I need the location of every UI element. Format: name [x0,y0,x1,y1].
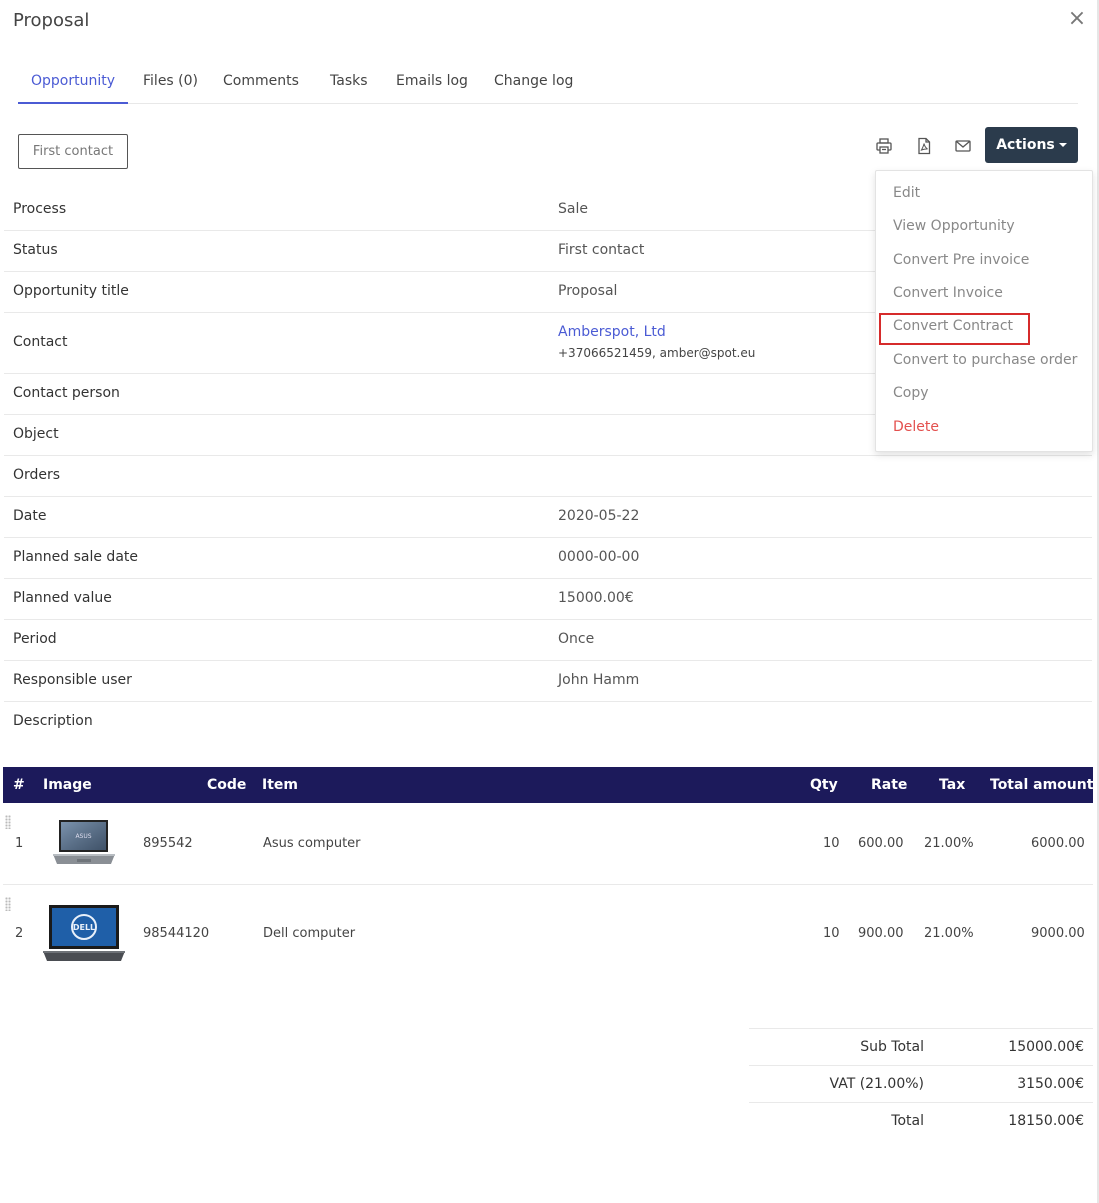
totals-label: VAT (21.00%) [829,1076,924,1092]
detail-row-description: Description [4,702,1092,743]
detail-value: Once [558,631,595,647]
svg-text:DELL: DELL [73,923,95,932]
detail-label: Contact [13,334,68,350]
column-header-code: Code [207,777,247,793]
drag-handle-icon[interactable] [5,897,11,911]
detail-value: 0000-00-00 [558,549,640,565]
detail-label: Date [13,508,47,524]
detail-label: Object [13,426,59,442]
column-header-image: Image [43,777,92,793]
menu-item-delete[interactable]: Delete [893,419,939,435]
column-header-rate: Rate [871,777,908,793]
tab-comments[interactable]: Comments [223,62,299,104]
actions-button-label: Actions [996,137,1055,153]
pdf-icon[interactable] [915,137,933,155]
detail-row-responsible-user: Responsible user John Hamm [4,661,1092,702]
detail-label: Contact person [13,385,120,401]
detail-label: Process [13,201,67,217]
detail-row-planned-value: Planned value 15000.00€ [4,579,1092,620]
contact-link[interactable]: Amberspot, Ltd [558,324,666,340]
detail-row-orders: Orders [4,456,1092,497]
totals-label: Sub Total [860,1039,924,1055]
item-tax: 21.00% [924,836,974,851]
totals-label: Total [891,1113,924,1129]
item-tax: 21.00% [924,926,974,941]
print-icon[interactable] [875,137,893,155]
totals-row-total: Total 18150.00€ [749,1102,1093,1139]
detail-label: Period [13,631,57,647]
totals-value: 15000.00€ [1008,1039,1084,1055]
caret-down-icon [1058,143,1067,147]
detail-label: Planned sale date [13,549,139,565]
tab-files[interactable]: Files (0) [143,62,198,104]
item-qty: 10 [823,836,840,851]
menu-item-convert-pre-invoice[interactable]: Convert Pre invoice [893,252,1029,268]
tab-bar: Opportunity Files (0) Comments Tasks Ema… [18,62,1078,104]
detail-value: First contact [558,242,645,258]
asus-laptop-image: ASUS [51,818,117,872]
column-header-item: Item [262,777,298,793]
detail-value: Proposal [558,283,618,299]
detail-label: Responsible user [13,672,132,688]
menu-item-copy[interactable]: Copy [893,385,929,401]
tab-tasks[interactable]: Tasks [330,62,368,104]
detail-label: Description [13,713,93,729]
item-code: 895542 [143,836,193,851]
detail-row-date: Date 2020-05-22 [4,497,1092,538]
table-row: 1 ASUS 895542 Asus computer 10 600.00 21… [3,803,1093,885]
tab-change-log[interactable]: Change log [494,62,573,104]
row-number: 2 [15,926,24,941]
actions-dropdown-menu: Edit View Opportunity Convert Pre invoic… [875,170,1093,452]
svg-text:ASUS: ASUS [75,833,91,840]
menu-item-convert-purchase-order[interactable]: Convert to purchase order [893,352,1077,368]
column-header-number: # [13,777,25,793]
totals-row-subtotal: Sub Total 15000.00€ [749,1028,1093,1065]
menu-item-convert-contract[interactable]: Convert Contract [893,318,1013,334]
column-header-total-amount: Total amount [990,777,1094,793]
detail-label: Planned value [13,590,112,606]
close-icon[interactable]: × [1066,8,1088,30]
detail-label: Orders [13,467,61,483]
dell-laptop-image: DELL [41,903,127,969]
menu-item-edit[interactable]: Edit [893,185,920,201]
item-total: 6000.00 [1031,836,1085,851]
row-number: 1 [15,836,24,851]
detail-row-planned-sale-date: Planned sale date 0000-00-00 [4,538,1092,579]
totals-summary: Sub Total 15000.00€ VAT (21.00%) 3150.00… [749,1028,1093,1139]
tab-opportunity[interactable]: Opportunity [18,62,129,104]
menu-item-view-opportunity[interactable]: View Opportunity [893,218,1015,234]
totals-value: 3150.00€ [1017,1076,1084,1092]
item-code: 98544120 [143,926,210,941]
item-rate: 900.00 [858,926,904,941]
drag-handle-icon[interactable] [5,815,11,829]
detail-value: 15000.00€ [558,590,634,606]
item-total: 9000.00 [1031,926,1085,941]
modal-title: Proposal [13,10,90,31]
detail-row-period: Period Once [4,620,1092,661]
items-table-header: # Image Code Item Qty Rate Tax Total amo… [3,767,1093,803]
actions-button[interactable]: Actions [985,127,1078,163]
menu-item-convert-invoice[interactable]: Convert Invoice [893,285,1003,301]
contact-meta: +37066521459, amber@spot.eu [558,346,756,360]
table-row: 2 DELL 98544120 Dell computer 10 900.00 … [3,885,1093,980]
email-icon[interactable] [954,137,972,155]
detail-label: Opportunity title [13,283,129,299]
totals-row-vat: VAT (21.00%) 3150.00€ [749,1065,1093,1102]
detail-value: John Hamm [558,672,640,688]
detail-value: 2020-05-22 [558,508,640,524]
detail-value: Sale [558,201,588,217]
column-header-qty: Qty [810,777,838,793]
totals-value: 18150.00€ [1008,1113,1084,1129]
item-name: Asus computer [263,836,361,851]
detail-label: Status [13,242,58,258]
item-name: Dell computer [263,926,356,941]
item-rate: 600.00 [858,836,904,851]
item-qty: 10 [823,926,840,941]
stage-button[interactable]: First contact [18,134,128,169]
column-header-tax: Tax [939,777,966,793]
tab-emails-log[interactable]: Emails log [396,62,468,104]
